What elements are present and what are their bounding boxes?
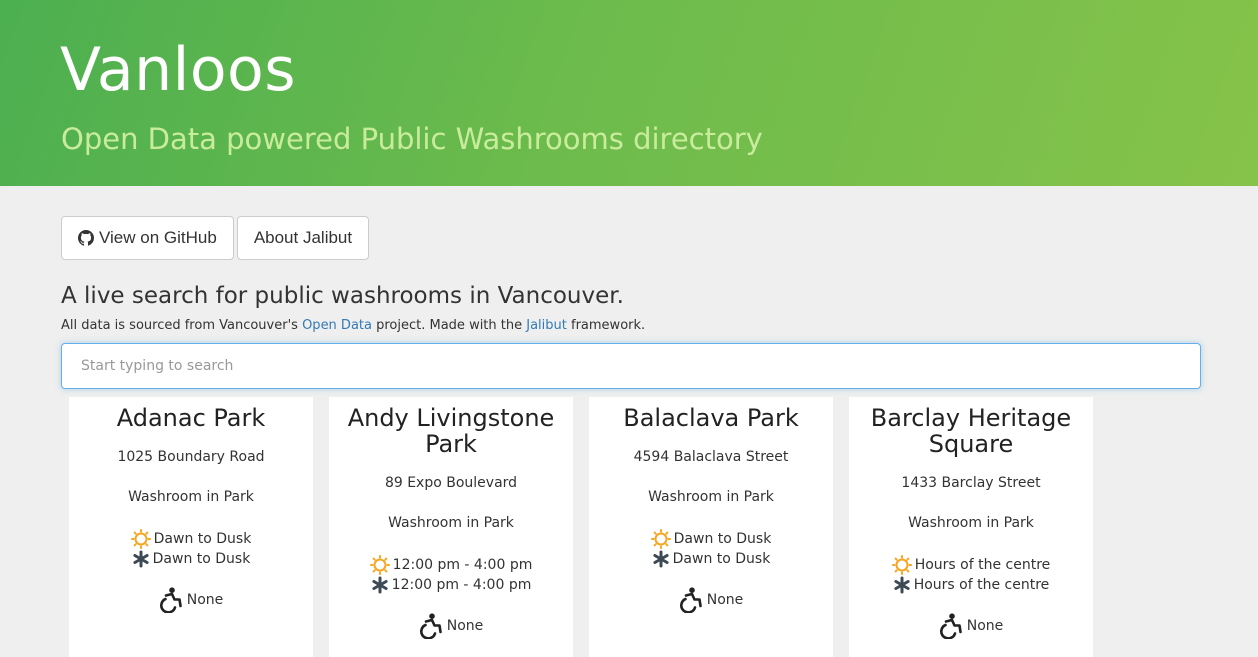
- snowflake-icon: [894, 576, 910, 594]
- washroom-card: Balaclava Park 4594 Balaclava Street Was…: [589, 397, 833, 657]
- hero-banner: Vanloos Open Data powered Public Washroo…: [0, 0, 1258, 186]
- summer-hours-row: Dawn to Dusk: [69, 529, 313, 549]
- intro-sub-text-1: All data is sourced from Vancouver's: [61, 318, 303, 333]
- washroom-card: Andy Livingstone Park 89 Expo Boulevard …: [329, 397, 573, 657]
- wheelchair-text: None: [446, 618, 484, 634]
- wheelchair-icon: [159, 587, 182, 613]
- intro-sub: All data is sourced from Vancouver's Ope…: [61, 317, 645, 335]
- wheelchair-text: None: [966, 618, 1004, 634]
- card-type: Washroom in Park: [648, 489, 774, 505]
- washroom-card-list: Adanac Park 1025 Boundary Road Washroom …: [69, 397, 1093, 657]
- snowflake-icon: [133, 550, 149, 568]
- summer-hours-row: Dawn to Dusk: [589, 529, 833, 549]
- summer-hours-text: 12:00 pm - 4:00 pm: [392, 557, 533, 573]
- card-title: Andy Livingstone Park: [347, 404, 555, 458]
- wheelchair-text: None: [706, 592, 744, 608]
- card-type: Washroom in Park: [128, 489, 254, 505]
- winter-hours-text: Hours of the centre: [913, 577, 1050, 593]
- winter-hours-text: 12:00 pm - 4:00 pm: [391, 577, 532, 593]
- card-address: 89 Expo Boulevard: [384, 475, 518, 491]
- washroom-card: Adanac Park 1025 Boundary Road Washroom …: [69, 397, 313, 657]
- winter-hours-row: Dawn to Dusk: [69, 549, 313, 569]
- summer-hours-text: Dawn to Dusk: [153, 531, 252, 547]
- snowflake-icon: [372, 576, 388, 594]
- washroom-card: Barclay Heritage Square 1433 Barclay Str…: [849, 397, 1093, 657]
- wheelchair-icon: [419, 613, 442, 639]
- card-hours: Hours of the centre Hours of the centre: [849, 555, 1093, 595]
- winter-hours-row: Hours of the centre: [849, 575, 1093, 595]
- wheelchair-icon: [939, 613, 962, 639]
- card-hours: Dawn to Dusk Dawn to Dusk: [589, 529, 833, 569]
- sun-icon: [369, 555, 390, 575]
- summer-hours-text: Dawn to Dusk: [673, 531, 772, 547]
- card-address: 1025 Boundary Road: [117, 449, 265, 465]
- card-type: Washroom in Park: [388, 515, 514, 531]
- wheelchair-icon: [679, 587, 702, 613]
- card-accessibility: None: [849, 613, 1093, 639]
- winter-hours-row: Dawn to Dusk: [589, 549, 833, 569]
- winter-hours-text: Dawn to Dusk: [672, 551, 771, 567]
- site-title: Vanloos: [60, 35, 297, 105]
- sun-icon: [130, 529, 151, 549]
- intro-sub-text-2: project. Made with the: [371, 318, 527, 333]
- github-icon: [78, 230, 94, 246]
- summer-hours-row: Hours of the centre: [849, 555, 1093, 575]
- button-row: View on GitHub About Jalibut: [61, 216, 370, 260]
- card-title: Barclay Heritage Square: [870, 404, 1072, 458]
- site-subtitle: Open Data powered Public Washrooms direc…: [61, 122, 763, 156]
- intro-lead: A live search for public washrooms in Va…: [61, 283, 624, 309]
- search-input[interactable]: [61, 343, 1201, 389]
- view-on-github-button[interactable]: View on GitHub: [61, 216, 234, 260]
- github-button-label: View on GitHub: [99, 228, 217, 247]
- sun-icon: [891, 555, 912, 575]
- card-address: 4594 Balaclava Street: [633, 449, 789, 465]
- wheelchair-text: None: [186, 592, 224, 608]
- card-title: Balaclava Park: [623, 404, 799, 432]
- intro-sub-text-3: framework.: [566, 318, 646, 333]
- about-jalibut-button[interactable]: About Jalibut: [236, 216, 370, 260]
- card-address: 1433 Barclay Street: [901, 475, 1041, 491]
- winter-hours-text: Dawn to Dusk: [152, 551, 251, 567]
- jalibut-link[interactable]: Jalibut: [526, 318, 567, 333]
- snowflake-icon: [653, 550, 669, 568]
- summer-hours-text: Hours of the centre: [914, 557, 1051, 573]
- card-accessibility: None: [589, 587, 833, 613]
- summer-hours-row: 12:00 pm - 4:00 pm: [329, 555, 573, 575]
- card-accessibility: None: [69, 587, 313, 613]
- card-type: Washroom in Park: [908, 515, 1034, 531]
- open-data-link[interactable]: Open Data: [302, 318, 372, 333]
- card-accessibility: None: [329, 613, 573, 639]
- card-hours: Dawn to Dusk Dawn to Dusk: [69, 529, 313, 569]
- card-title: Adanac Park: [116, 404, 266, 432]
- sun-icon: [650, 529, 671, 549]
- card-hours: 12:00 pm - 4:00 pm 12:00 pm - 4:00 pm: [329, 555, 573, 595]
- winter-hours-row: 12:00 pm - 4:00 pm: [329, 575, 573, 595]
